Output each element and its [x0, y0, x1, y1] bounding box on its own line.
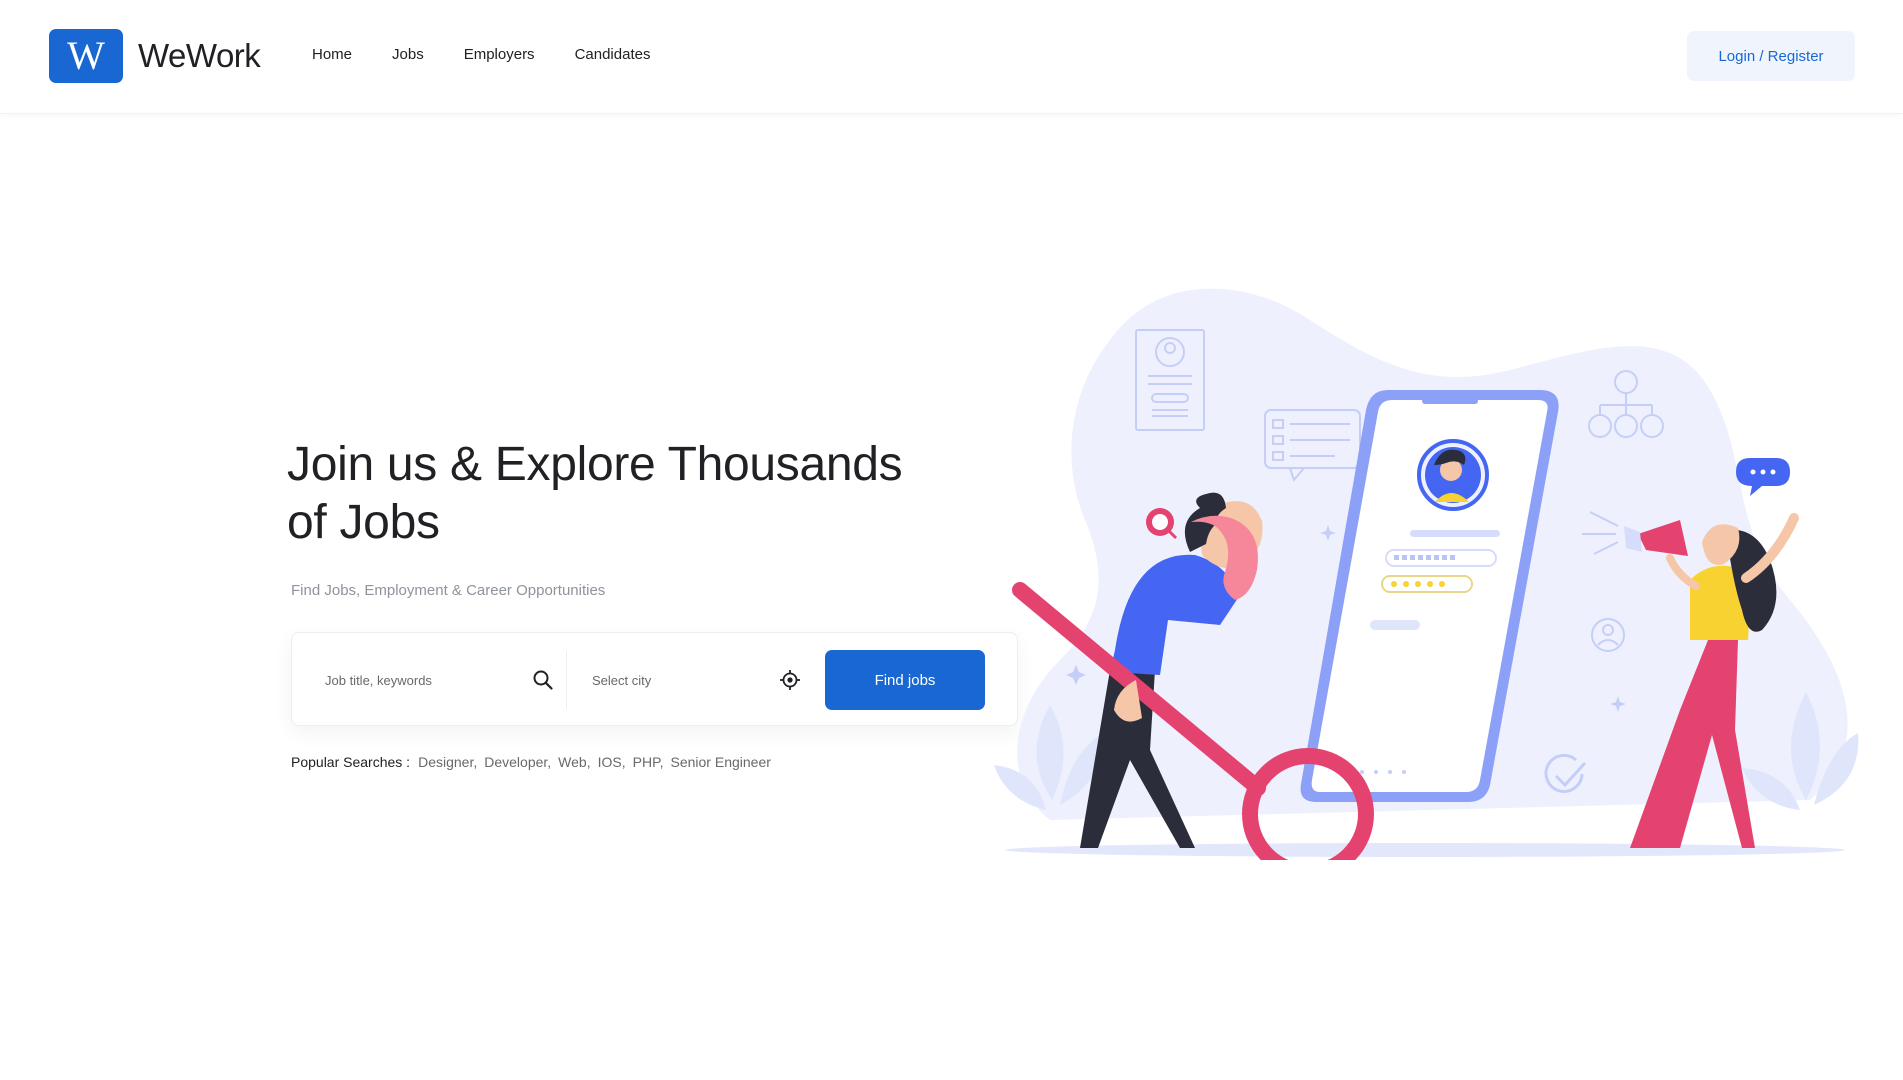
popular-tag-web[interactable]: Web,: [558, 754, 590, 770]
job-search-illustration: [990, 280, 1870, 880]
keywords-input[interactable]: [325, 672, 505, 688]
popular-tag-developer[interactable]: Developer,: [484, 754, 551, 770]
nav-jobs[interactable]: Jobs: [392, 46, 424, 63]
popular-searches-label: Popular Searches :: [291, 754, 411, 770]
find-jobs-button[interactable]: Find jobs: [825, 650, 985, 710]
ground-shadow: [1005, 843, 1845, 857]
search-icon[interactable]: [531, 668, 555, 692]
main-nav: Home Jobs Employers Candidates: [312, 46, 650, 63]
popular-tag-designer[interactable]: Designer,: [418, 754, 477, 770]
nav-home[interactable]: Home: [312, 46, 352, 63]
popular-tag-senior-engineer[interactable]: Senior Engineer: [671, 754, 771, 770]
site-header: W WeWork Home Jobs Employers Candidates …: [0, 0, 1903, 114]
hero-subtitle: Find Jobs, Employment & Career Opportuni…: [291, 582, 606, 599]
brand-name: WeWork: [138, 37, 261, 74]
keywords-field: [325, 633, 555, 727]
login-register-button[interactable]: Login / Register: [1687, 31, 1855, 81]
field-divider: [566, 651, 567, 709]
popular-tag-php[interactable]: PHP,: [633, 754, 664, 770]
location-crosshair-icon[interactable]: [778, 668, 802, 692]
popular-searches: Popular Searches : Designer, Developer, …: [291, 754, 778, 770]
hero-title: Join us & Explore Thousands of Jobs: [287, 438, 903, 549]
popular-tag-ios[interactable]: IOS,: [598, 754, 626, 770]
city-field: [592, 633, 802, 727]
speech-bubble-icon: [1736, 458, 1790, 496]
logo-mark: W: [49, 29, 123, 83]
logo[interactable]: W WeWork: [49, 29, 261, 83]
city-input[interactable]: [592, 672, 772, 688]
job-search-form: Find jobs: [291, 632, 1018, 726]
nav-candidates[interactable]: Candidates: [575, 46, 651, 63]
nav-employers[interactable]: Employers: [464, 46, 535, 63]
